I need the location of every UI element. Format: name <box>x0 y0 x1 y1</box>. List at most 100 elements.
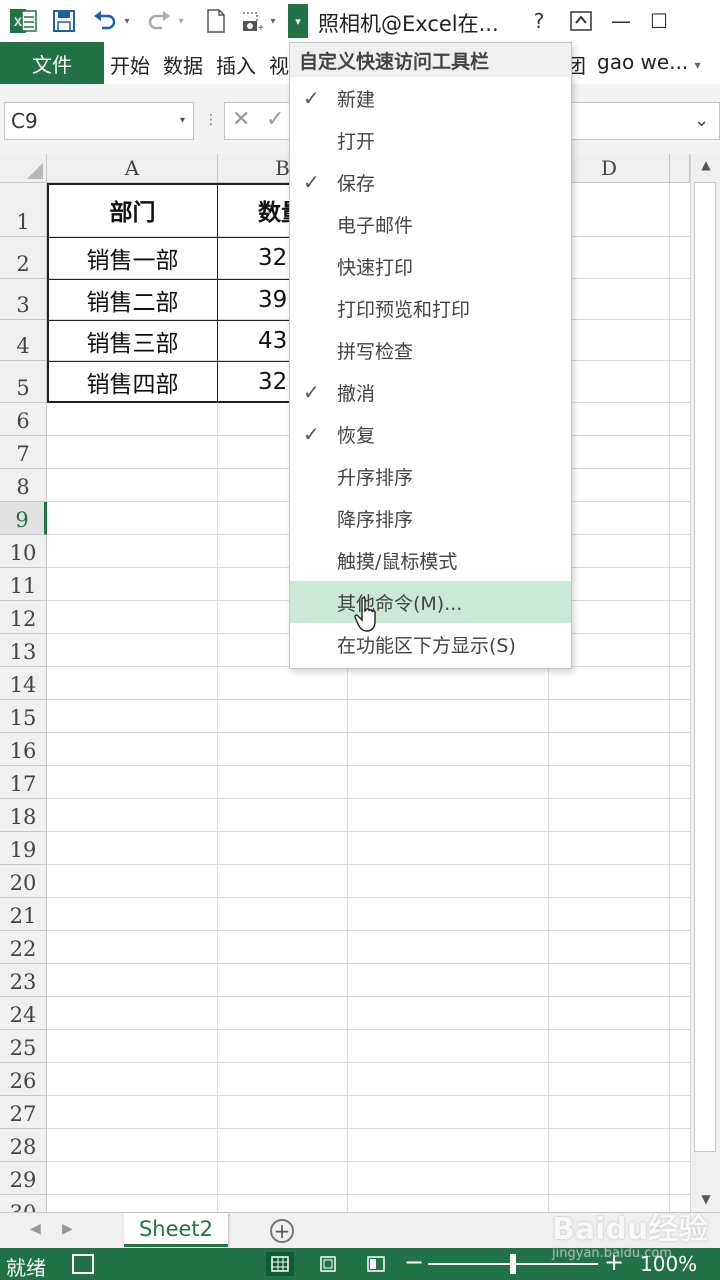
menu-item[interactable]: 触摸/鼠标模式 <box>290 539 571 581</box>
help-button[interactable]: ? <box>524 6 554 36</box>
row-header-13[interactable]: 13 <box>0 634 47 667</box>
grid-line-h <box>47 831 690 832</box>
row-header-23[interactable]: 23 <box>0 964 47 997</box>
cell-a3[interactable]: 销售二部 <box>47 279 218 320</box>
row-header-25[interactable]: 25 <box>0 1030 47 1063</box>
tab-file[interactable]: 文件 <box>0 42 104 84</box>
row-header-16[interactable]: 16 <box>0 733 47 766</box>
row-header-29[interactable]: 29 <box>0 1162 47 1195</box>
page-layout-view-icon[interactable] <box>314 1252 342 1276</box>
undo-dropdown-icon[interactable]: ▾ <box>120 6 134 36</box>
row-header-8[interactable]: 8 <box>0 469 47 502</box>
normal-view-icon[interactable] <box>266 1252 294 1276</box>
menu-item[interactable]: ✓ 新建 <box>290 77 571 119</box>
row-header-6[interactable]: 6 <box>0 403 47 436</box>
redo-icon[interactable] <box>146 6 172 36</box>
minimize-button[interactable]: — <box>606 6 636 36</box>
row-header-4[interactable]: 4 <box>0 320 47 361</box>
row-header-5[interactable]: 5 <box>0 361 47 403</box>
checkmark-icon: ✓ <box>303 86 320 110</box>
user-account[interactable]: gao we... ▾ <box>597 50 701 74</box>
tab-data[interactable]: 数据 <box>163 50 203 79</box>
menu-item-label: 拼写检查 <box>337 340 414 363</box>
menu-item[interactable]: 打开 <box>290 119 571 161</box>
page-break-view-icon[interactable] <box>362 1252 390 1276</box>
zoom-slider-thumb[interactable] <box>510 1254 516 1274</box>
confirm-entry-icon[interactable]: ✓ <box>266 107 284 132</box>
camera-dropdown-icon[interactable]: ▾ <box>266 6 280 36</box>
row-header-3[interactable]: 3 <box>0 279 47 320</box>
macro-record-icon[interactable] <box>72 1254 94 1274</box>
row-header-12[interactable]: 12 <box>0 601 47 634</box>
ribbon-display-options-icon[interactable] <box>566 6 596 36</box>
row-header-19[interactable]: 19 <box>0 832 47 865</box>
cell-a5[interactable]: 销售四部 <box>47 361 218 403</box>
menu-item[interactable]: ✓ 撤消 <box>290 371 571 413</box>
menu-item-label: 新建 <box>337 88 376 111</box>
menu-item[interactable]: ✓ 保存 <box>290 161 571 203</box>
grid-line-h <box>47 930 690 931</box>
row-header-17[interactable]: 17 <box>0 766 47 799</box>
new-document-icon[interactable] <box>204 6 228 36</box>
menu-item[interactable]: 打印预览和打印 <box>290 287 571 329</box>
row-header-14[interactable]: 14 <box>0 667 47 700</box>
row-header-21[interactable]: 21 <box>0 898 47 931</box>
camera-icon[interactable]: + <box>240 6 266 36</box>
row-header-28[interactable]: 28 <box>0 1129 47 1162</box>
row-header-18[interactable]: 18 <box>0 799 47 832</box>
row-header-1[interactable]: 1 <box>0 183 47 237</box>
tab-home[interactable]: 开始 <box>110 50 150 79</box>
row-header-9[interactable]: 9 <box>0 502 47 535</box>
scrollbar-thumb[interactable] <box>694 182 716 1152</box>
menu-item[interactable]: 在功能区下方显示(S) <box>290 623 571 665</box>
menu-item[interactable]: 降序排序 <box>290 497 571 539</box>
name-box-value: C9 <box>11 109 38 133</box>
scroll-up-icon[interactable]: ▲ <box>694 154 718 176</box>
menu-item[interactable]: ✓ 恢复 <box>290 413 571 455</box>
menu-item[interactable]: 其他命令(M)... <box>290 581 571 623</box>
menu-item[interactable]: 升序排序 <box>290 455 571 497</box>
row-header-7[interactable]: 7 <box>0 436 47 469</box>
name-box[interactable]: C9 ▾ <box>4 102 194 140</box>
checkmark-icon: ✓ <box>303 380 320 404</box>
add-sheet-button[interactable]: + <box>270 1219 294 1243</box>
customize-qat-button[interactable]: ▾ <box>288 4 308 38</box>
row-header-26[interactable]: 26 <box>0 1063 47 1096</box>
tab-view[interactable]: 视 <box>269 50 289 79</box>
save-icon[interactable] <box>50 6 78 36</box>
menu-item[interactable]: 电子邮件 <box>290 203 571 245</box>
grid-line-h <box>47 1062 690 1063</box>
cell-a2[interactable]: 销售一部 <box>47 237 218 279</box>
row-header-10[interactable]: 10 <box>0 535 47 568</box>
sheet-tab-sheet2[interactable]: Sheet2 <box>124 1213 228 1247</box>
tab-insert[interactable]: 插入 <box>216 50 256 79</box>
row-header-20[interactable]: 20 <box>0 865 47 898</box>
select-all-button[interactable] <box>0 154 47 183</box>
row-header-30[interactable]: 30 <box>0 1195 47 1212</box>
cell-a4[interactable]: 销售三部 <box>47 320 218 361</box>
name-box-dropdown-icon[interactable]: ▾ <box>180 115 185 126</box>
user-dropdown-icon: ▾ <box>694 58 701 72</box>
menu-header: 自定义快速访问工具栏 <box>290 43 571 77</box>
prev-sheet-icon[interactable]: ◀ <box>30 1221 41 1237</box>
next-sheet-icon[interactable]: ▶ <box>62 1221 73 1237</box>
grid-line-v <box>669 183 670 1212</box>
row-header-2[interactable]: 2 <box>0 237 47 279</box>
menu-item[interactable]: 快速打印 <box>290 245 571 287</box>
menu-item[interactable]: 拼写检查 <box>290 329 571 371</box>
expand-formula-bar-icon[interactable]: ⌄ <box>694 110 709 131</box>
row-header-15[interactable]: 15 <box>0 700 47 733</box>
maximize-button[interactable]: ☐ <box>644 6 674 36</box>
redo-dropdown-icon[interactable]: ▾ <box>174 6 188 36</box>
column-header-e[interactable] <box>670 154 690 183</box>
row-header-24[interactable]: 24 <box>0 997 47 1030</box>
undo-icon[interactable] <box>92 6 118 36</box>
column-header-a[interactable]: A <box>47 154 218 183</box>
row-header-22[interactable]: 22 <box>0 931 47 964</box>
row-header-11[interactable]: 11 <box>0 568 47 601</box>
zoom-out-button[interactable]: − <box>404 1248 424 1276</box>
row-header-27[interactable]: 27 <box>0 1096 47 1129</box>
cancel-entry-icon[interactable]: ✕ <box>232 107 250 132</box>
grid-line-h <box>47 1194 690 1195</box>
cell-a1[interactable]: 部门 <box>47 183 218 237</box>
